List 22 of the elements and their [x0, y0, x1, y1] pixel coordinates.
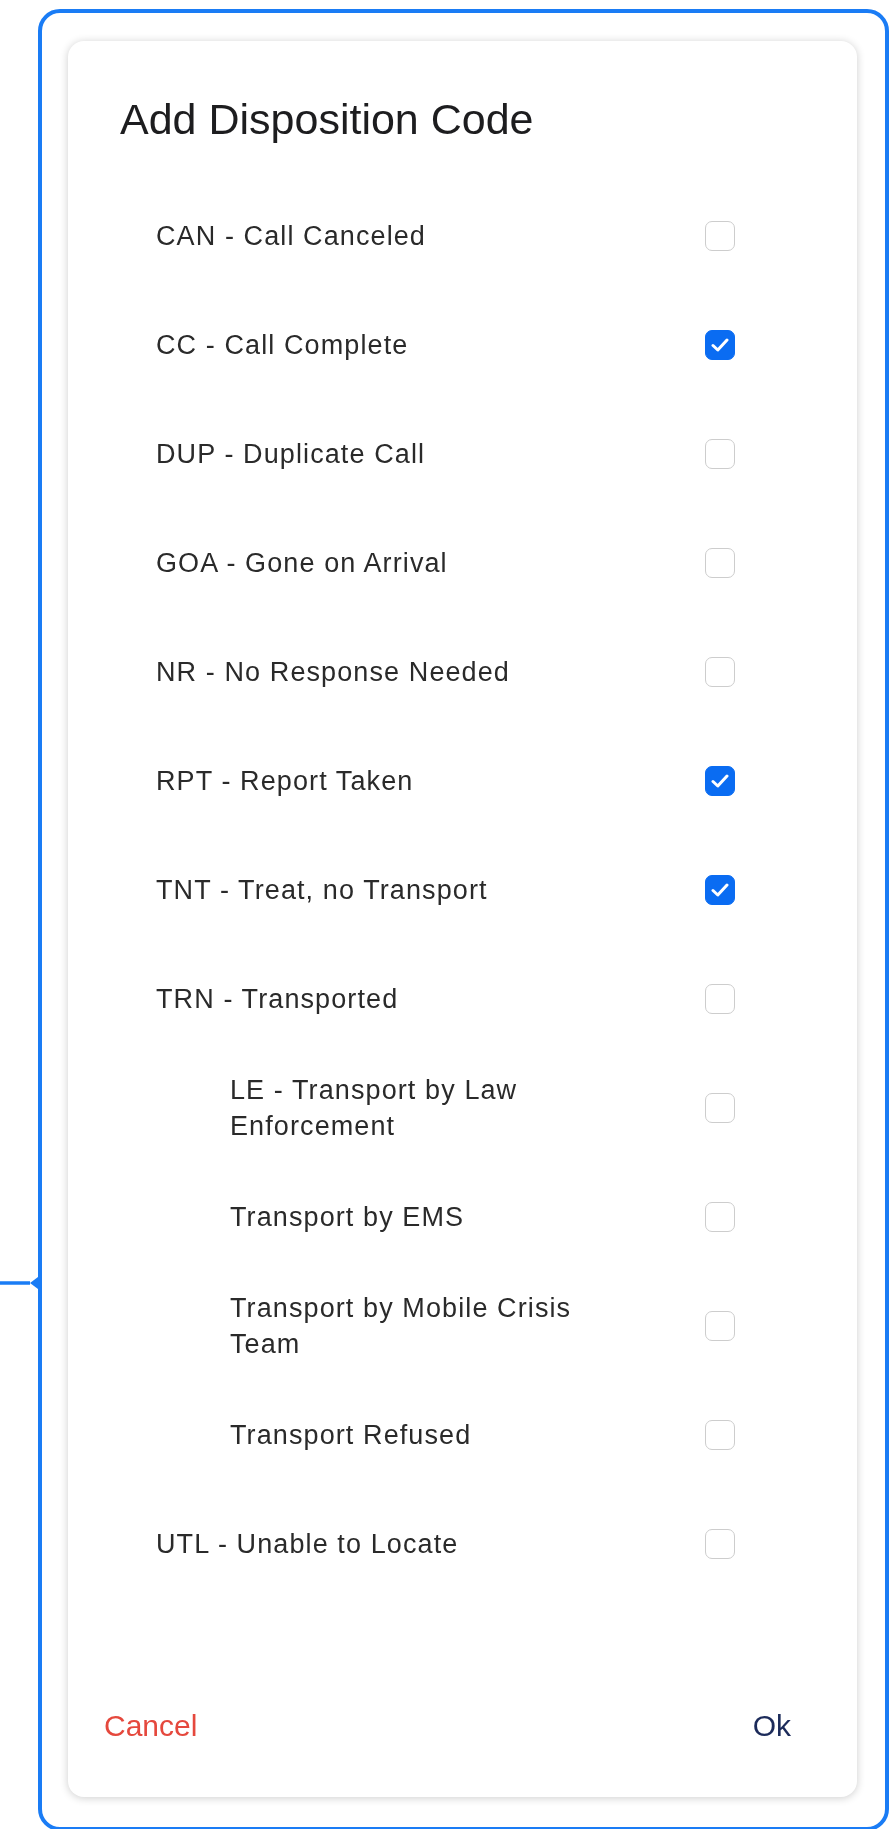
option-label: CC - Call Complete	[156, 328, 409, 362]
option-label: Transport Refused	[230, 1418, 472, 1452]
option-label: LE - Transport by Law Enforcement	[230, 1073, 519, 1143]
option-label: Transport by EMS	[230, 1200, 465, 1234]
dialog-title: Add Disposition Code	[119, 94, 535, 141]
checkbox[interactable]	[705, 765, 735, 796]
checkmark-icon	[711, 773, 729, 788]
option-label: TNT - Treat, no Transport	[156, 873, 488, 907]
option-label: CAN - Call Canceled	[156, 219, 426, 253]
checkbox[interactable]	[705, 874, 735, 905]
ok-button[interactable]: Ok	[752, 1701, 791, 1751]
cancel-button[interactable]: Cancel	[104, 1701, 198, 1751]
option-label: UTL - Unable to Locate	[156, 1527, 459, 1561]
checkbox[interactable]	[705, 329, 735, 360]
option-label: TRN - Transported	[156, 982, 399, 1016]
checkmark-icon	[711, 882, 729, 897]
option-label: GOA - Gone on Arrival	[156, 546, 448, 580]
checkmark-icon	[711, 337, 729, 352]
option-label: NR - No Response Needed	[156, 655, 510, 689]
option-label: RPT - Report Taken	[156, 764, 414, 798]
option-label: DUP - Duplicate Call	[156, 437, 426, 471]
option-label: Transport by Mobile Crisis Team	[230, 1291, 573, 1361]
